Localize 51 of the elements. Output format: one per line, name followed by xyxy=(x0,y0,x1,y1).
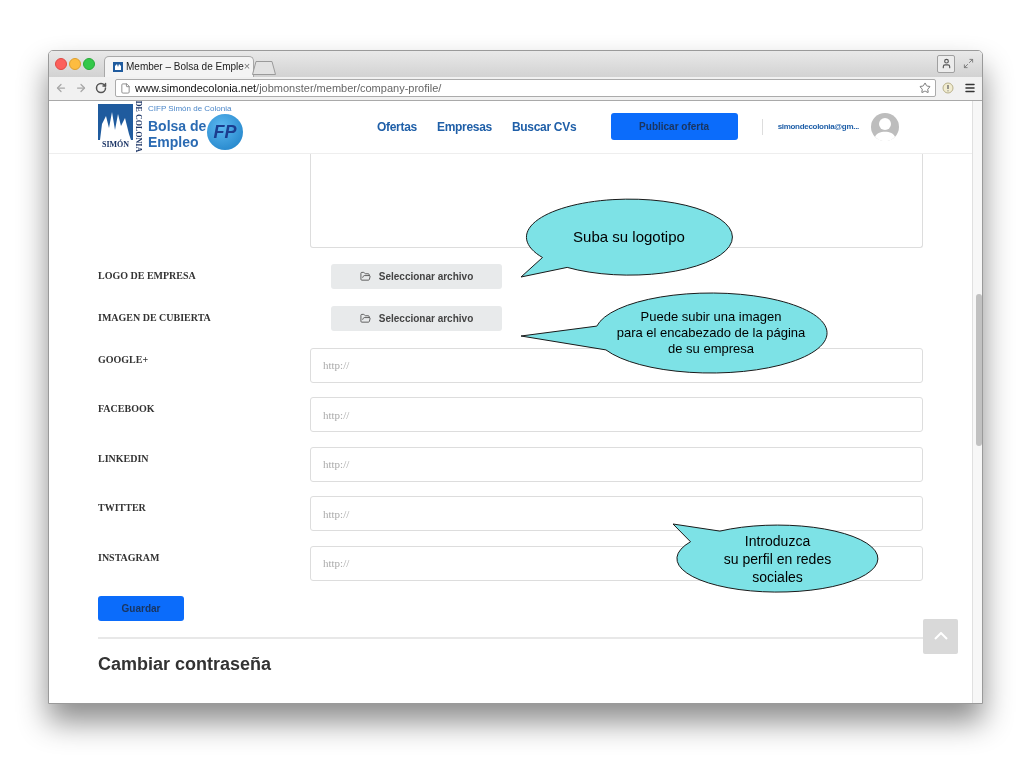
scrollbar-thumb[interactable] xyxy=(976,293,982,446)
logo-side-text: DE COLONIA xyxy=(134,101,144,153)
field-label: INSTAGRAM xyxy=(98,551,160,564)
logo-title: Bolsa de Empleo xyxy=(148,117,208,150)
favicon-icon xyxy=(113,61,123,72)
back-to-top-button[interactable] xyxy=(923,618,958,654)
field-label: TWITTER xyxy=(98,502,146,515)
scrollbar[interactable] xyxy=(972,100,982,703)
forward-icon[interactable] xyxy=(75,82,87,95)
window-minimize-icon[interactable] xyxy=(69,57,81,70)
browser-tab[interactable]: Member – Bolsa de Emple× xyxy=(104,55,254,77)
field-label: FACEBOOK xyxy=(98,403,155,416)
chevron-up-icon xyxy=(933,632,948,641)
callout-tooltip: Puede subir una imagen para el encabezado de la página de su empresa xyxy=(518,291,829,375)
folder-icon xyxy=(359,312,371,324)
reload-icon[interactable] xyxy=(95,82,107,95)
field-label: GOOGLE+ xyxy=(98,353,149,366)
folder-icon xyxy=(359,270,371,282)
logo-emblem-drawing xyxy=(98,103,133,140)
file-select-button[interactable]: Seleccionar archivo xyxy=(331,305,502,331)
url-input[interactable]: http:// xyxy=(310,496,923,532)
field-label: IMAGEN DE CUBIERTA xyxy=(98,312,211,325)
window-zoom-icon[interactable] xyxy=(83,57,95,70)
extension-icon[interactable] xyxy=(942,82,954,95)
fullscreen-icon[interactable] xyxy=(963,58,974,70)
address-bar[interactable]: www.simondecolonia.net/jobmonster/member/company-profile/ xyxy=(115,79,936,98)
field-label: LINKEDIN xyxy=(98,452,149,465)
profile-icon[interactable] xyxy=(937,54,955,73)
fp-logo: FP xyxy=(207,113,243,150)
nav-link[interactable]: Buscar CVs xyxy=(511,119,577,134)
callout-tooltip: Introduzca su perfil en redes sociales xyxy=(670,521,880,594)
url-input[interactable]: http:// xyxy=(310,446,923,482)
avatar-icon[interactable] xyxy=(871,112,899,141)
user-email[interactable]: simondecolonia@gm... xyxy=(777,121,859,132)
bookmark-star-icon[interactable] xyxy=(919,82,931,95)
nav-link[interactable]: Ofertas xyxy=(377,119,417,134)
window-close-icon[interactable] xyxy=(55,57,67,70)
file-select-button[interactable]: Seleccionar archivo xyxy=(331,263,502,289)
back-icon[interactable] xyxy=(55,82,67,95)
logo-emblem-text: SIMÓN xyxy=(100,139,131,150)
section-heading: Cambiar contraseña xyxy=(98,652,272,675)
page-icon xyxy=(120,82,131,94)
field-label: LOGO DE EMPRESA xyxy=(98,270,196,283)
menu-icon[interactable] xyxy=(964,82,976,95)
logo-subtitle: CIFP Simón de Colonia xyxy=(148,103,233,114)
callout-tooltip: Suba su logotipo xyxy=(519,197,735,279)
tab-close-button[interactable]: × xyxy=(243,61,251,73)
url-text: www.simondecolonia.net/jobmonster/member/company-profile/ xyxy=(135,81,442,96)
new-tab-icon[interactable] xyxy=(252,60,276,75)
url-input[interactable]: http:// xyxy=(310,397,923,433)
nav-link[interactable]: Empresas xyxy=(436,119,492,134)
